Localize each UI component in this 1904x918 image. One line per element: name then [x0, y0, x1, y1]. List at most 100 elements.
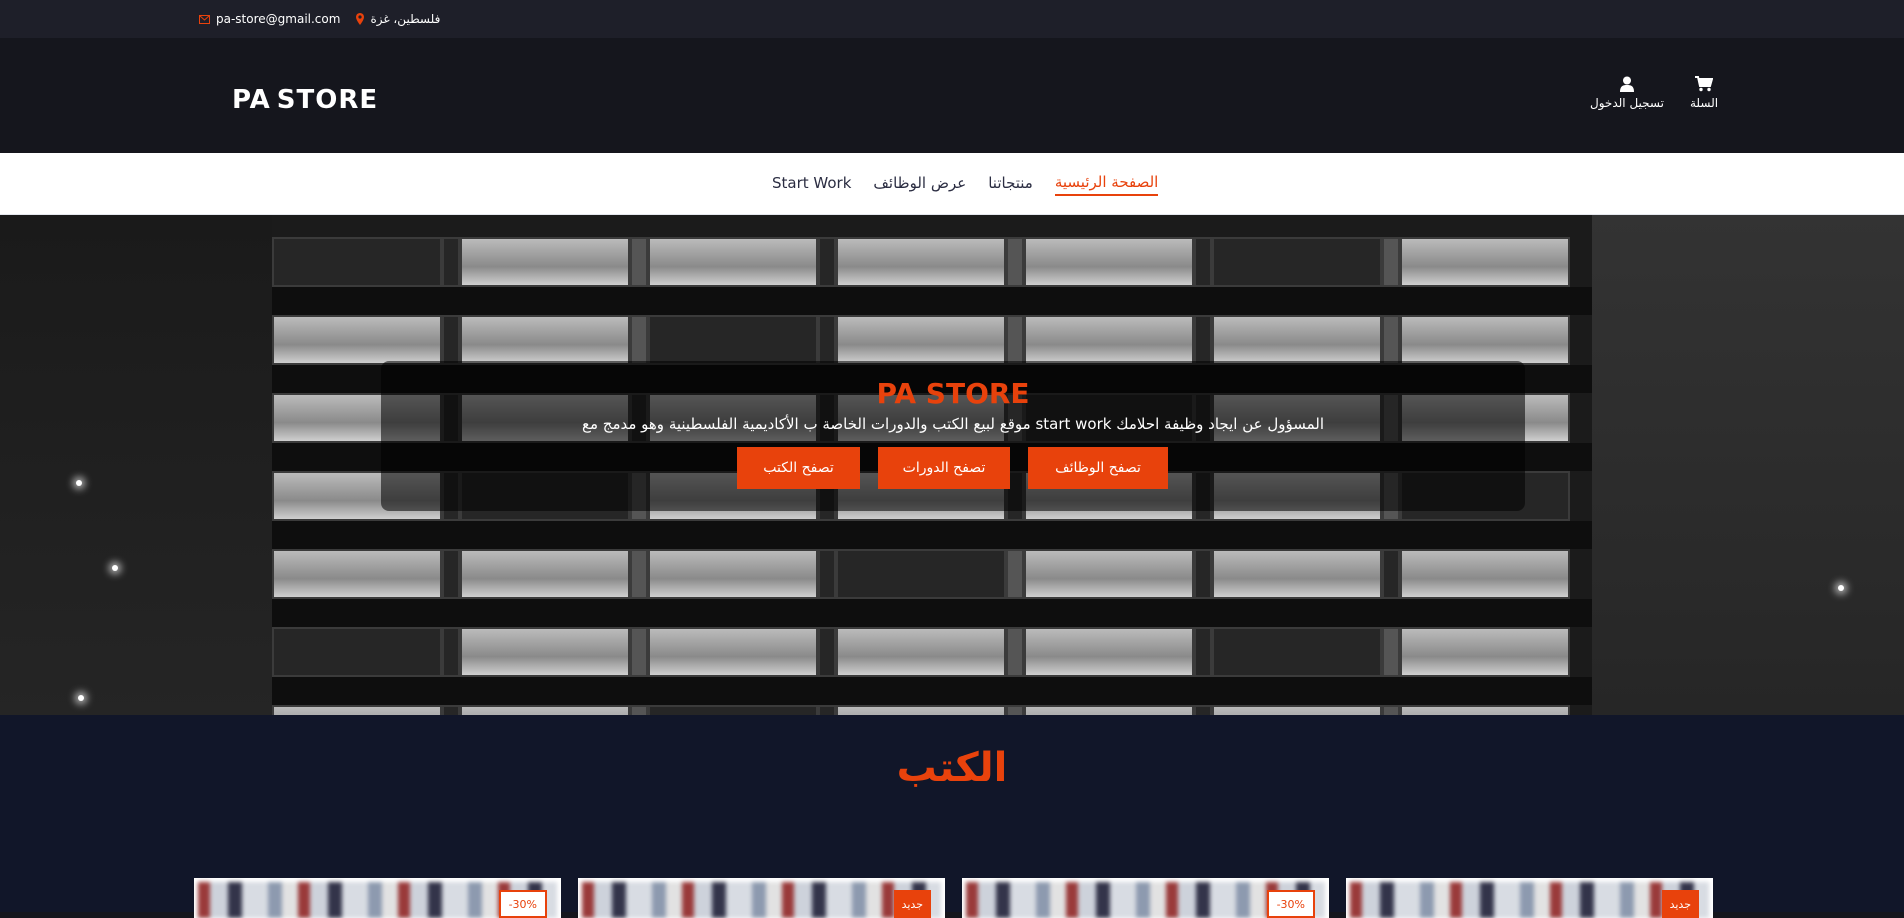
- hero-background-left: [0, 215, 272, 715]
- building-window: [630, 549, 648, 599]
- building-window: [1382, 549, 1400, 599]
- nav-item-start-work[interactable]: Start Work: [772, 174, 851, 195]
- building-window: [442, 315, 460, 365]
- building-window: [648, 237, 818, 287]
- building-window: [442, 549, 460, 599]
- building-window: [1400, 549, 1570, 599]
- building-floor: [272, 315, 1592, 365]
- nav-item-products[interactable]: منتجاتنا: [988, 174, 1033, 195]
- header: PA STORE تسجيل الدخول السلة: [0, 38, 1904, 153]
- building-window: [460, 705, 630, 715]
- building-window: [1024, 549, 1194, 599]
- building-window: [272, 549, 442, 599]
- building-window: [460, 549, 630, 599]
- product-card[interactable]: -30%: [962, 878, 1329, 918]
- building-window: [1024, 237, 1194, 287]
- hero-title: PA STORE: [876, 377, 1030, 410]
- building-window: [648, 549, 818, 599]
- building-window: [460, 315, 630, 365]
- header-actions: تسجيل الدخول السلة: [1590, 76, 1718, 110]
- login-label: تسجيل الدخول: [1590, 96, 1664, 110]
- building-window: [1024, 705, 1194, 715]
- building-window: [1382, 315, 1400, 365]
- sale-badge: -30%: [498, 890, 547, 918]
- building-window: [818, 705, 836, 715]
- building-floor: [272, 705, 1592, 715]
- product-card[interactable]: -30%: [194, 878, 561, 918]
- building-window: [836, 705, 1006, 715]
- hero-panel: PA STORE المسؤول عن ايجاد وظيفة احلامك s…: [381, 361, 1525, 511]
- building-window: [648, 705, 818, 715]
- product-image: [1350, 882, 1709, 918]
- building-floor: [272, 549, 1592, 599]
- email-link[interactable]: pa-store@gmail.com: [199, 12, 340, 26]
- building-window: [1212, 549, 1382, 599]
- building-window: [1194, 315, 1212, 365]
- nav-item-jobs[interactable]: عرض الوظائف: [873, 174, 966, 195]
- new-badge: جديد: [1661, 890, 1699, 918]
- building-window: [442, 237, 460, 287]
- main-navigation: الصفحة الرئيسية منتجاتنا عرض الوظائف Sta…: [0, 153, 1904, 215]
- building-window: [836, 237, 1006, 287]
- building-window: [1382, 627, 1400, 677]
- building-window: [648, 627, 818, 677]
- new-badge: جديد: [893, 890, 931, 918]
- building-window: [1024, 627, 1194, 677]
- login-button[interactable]: تسجيل الدخول: [1590, 76, 1664, 110]
- logo-text-left: PA: [232, 85, 271, 115]
- browse-courses-button[interactable]: تصفح الدورات: [878, 447, 1010, 489]
- envelope-icon: [199, 14, 210, 24]
- street-light: [76, 480, 82, 486]
- building-slab: [272, 599, 1592, 627]
- building-window: [630, 315, 648, 365]
- building-window: [272, 627, 442, 677]
- browse-jobs-button[interactable]: تصفح الوظائف: [1028, 447, 1168, 489]
- building-window: [272, 315, 442, 365]
- building-window: [630, 237, 648, 287]
- building-window: [1400, 705, 1570, 715]
- cart-button[interactable]: السلة: [1690, 76, 1718, 110]
- section-title: الكتب: [896, 745, 1008, 791]
- nav-list: الصفحة الرئيسية منتجاتنا عرض الوظائف Sta…: [772, 153, 1159, 215]
- building-window: [648, 315, 818, 365]
- nav-item-home[interactable]: الصفحة الرئيسية: [1054, 173, 1159, 196]
- books-section: الكتب -30% جديد -30% جديد: [0, 715, 1904, 918]
- cart-label: السلة: [1689, 96, 1719, 110]
- hero-section: PA STORE المسؤول عن ايجاد وظيفة احلامك s…: [0, 215, 1904, 715]
- sale-badge: -30%: [1266, 890, 1315, 918]
- building-window: [1212, 705, 1382, 715]
- logo[interactable]: PA STORE: [232, 85, 378, 115]
- email-text: pa-store@gmail.com: [216, 12, 341, 26]
- building-window: [1006, 627, 1024, 677]
- top-bar: pa-store@gmail.com فلسطين، غزة: [0, 0, 1904, 38]
- building-window: [1194, 627, 1212, 677]
- building-window: [1212, 315, 1382, 365]
- building-window: [630, 705, 648, 715]
- building-window: [1400, 627, 1570, 677]
- building-floor: [272, 237, 1592, 287]
- building-window: [630, 627, 648, 677]
- building-window: [1212, 237, 1382, 287]
- location-info: فلسطين، غزة: [356, 12, 440, 26]
- browse-books-button[interactable]: تصفح الكتب: [737, 447, 860, 489]
- building-window: [1382, 237, 1400, 287]
- building-window: [272, 237, 442, 287]
- building-window: [272, 705, 442, 715]
- building-window: [1400, 237, 1570, 287]
- building-floor: [272, 627, 1592, 677]
- building-window: [1006, 549, 1024, 599]
- building-window: [818, 315, 836, 365]
- building-window: [1006, 705, 1024, 715]
- building-window: [818, 627, 836, 677]
- building-window: [460, 627, 630, 677]
- building-window: [1400, 315, 1570, 365]
- product-image: [582, 882, 941, 918]
- building-window: [460, 237, 630, 287]
- building-slab: [272, 677, 1592, 705]
- hero-buttons: تصفح الكتب تصفح الدورات تصفح الوظائف: [737, 447, 1168, 489]
- product-card[interactable]: جديد: [1346, 878, 1713, 918]
- product-card[interactable]: جديد: [578, 878, 945, 918]
- building-window: [1194, 705, 1212, 715]
- building-window: [1382, 705, 1400, 715]
- building-window: [1006, 237, 1024, 287]
